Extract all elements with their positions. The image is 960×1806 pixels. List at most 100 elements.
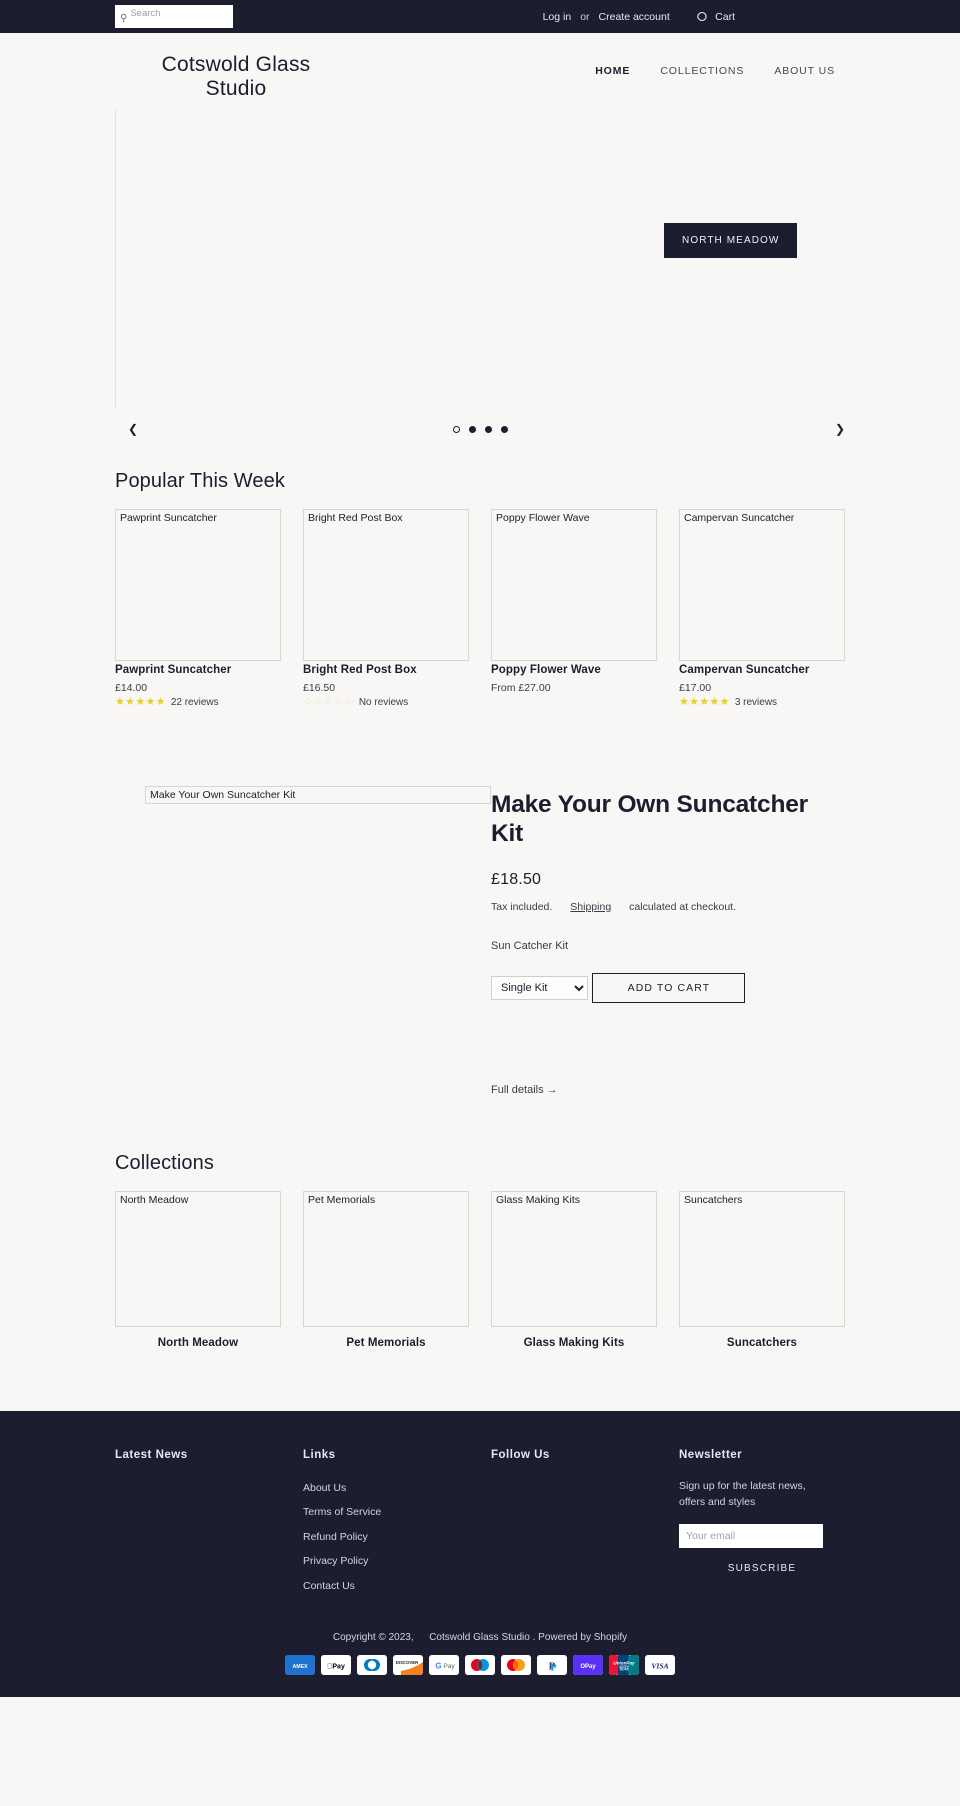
product-card[interactable]: Poppy Flower Wave Poppy Flower Wave From… — [491, 509, 657, 708]
nav-item-home[interactable]: HOME — [580, 65, 645, 77]
product-image[interactable]: Poppy Flower Wave — [491, 509, 657, 661]
copyright-suffix: . Powered by Shopify — [532, 1632, 628, 1644]
product-price: From £27.00 — [491, 682, 551, 694]
footer-link-about-us[interactable]: About Us — [303, 1482, 346, 1494]
cart-label: Cart — [715, 10, 735, 23]
apple-pay-icon: Pay — [321, 1655, 351, 1676]
review-count: No reviews — [358, 697, 409, 708]
star-rating-icon: ★★★★★ — [679, 696, 730, 708]
featured-product-section: Make Your Own Suncatcher Kit Make Your O… — [0, 772, 960, 1098]
product-grid: Pawprint Suncatcher Pawprint Suncatcher … — [115, 509, 845, 708]
product-title[interactable]: Bright Red Post Box — [303, 664, 469, 676]
product-rating: ★★★★★ 22 reviews — [115, 697, 281, 709]
collection-card[interactable]: Glass Making Kits Glass Making Kits — [491, 1190, 657, 1349]
chevron-right-icon[interactable]: ❯ — [835, 422, 845, 436]
collection-card[interactable]: Pet Memorials Pet Memorials — [303, 1190, 469, 1349]
collection-title[interactable]: Suncatchers — [679, 1337, 845, 1349]
cart-icon: ⭘ — [696, 9, 708, 24]
slide-cta-button[interactable]: NORTH MEADOW — [664, 223, 798, 258]
login-link[interactable]: Log in — [543, 11, 572, 23]
product-card[interactable]: Bright Red Post Box Bright Red Post Box … — [303, 509, 469, 708]
product-title[interactable]: Poppy Flower Wave — [491, 664, 657, 676]
product-card[interactable]: Pawprint Suncatcher Pawprint Suncatcher … — [115, 509, 281, 708]
slide-dot-3[interactable] — [484, 425, 492, 433]
collection-title[interactable]: North Meadow — [115, 1337, 281, 1349]
full-details-link[interactable]: Full details → — [491, 1084, 558, 1096]
footer-link-privacy-policy[interactable]: Privacy Policy — [303, 1555, 368, 1567]
copyright-line: Copyright © 2023, Cotswold Glass Studio … — [115, 1632, 845, 1643]
newsletter-email-input[interactable] — [679, 1524, 823, 1549]
collection-image[interactable]: Glass Making Kits — [491, 1190, 657, 1327]
payment-methods: AMEX Pay DISCOVER GPay PP — [115, 1655, 845, 1676]
product-image[interactable]: Pawprint Suncatcher — [115, 509, 281, 661]
shipping-policy-link[interactable]: Shipping — [570, 901, 611, 913]
site-footer: Latest News Links About Us Terms of Serv… — [0, 1410, 960, 1698]
svg-text:AMEX: AMEX — [293, 1664, 309, 1670]
site-logo[interactable]: Cotswold Glass Studio — [148, 53, 324, 102]
union-pay-icon: UnionPay 银联 — [609, 1655, 639, 1676]
footer-link-contact-us[interactable]: Contact Us — [303, 1580, 355, 1592]
svg-text:银联: 银联 — [619, 1665, 629, 1672]
paypal-icon: PP — [537, 1655, 567, 1676]
svg-text:UnionPay: UnionPay — [613, 1661, 635, 1666]
footer-link-terms-of-service[interactable]: Terms of Service — [303, 1506, 381, 1518]
svg-text:G: G — [435, 1662, 441, 1671]
slide-dot-4[interactable] — [500, 425, 508, 433]
slideshow-dots — [452, 425, 508, 433]
collections-section: Collections North Meadow North Meadow Pe… — [0, 1152, 960, 1349]
slide-dot-2[interactable] — [468, 425, 476, 433]
search-form[interactable]: ⚲ — [115, 5, 233, 28]
footer-link-list: About Us Terms of Service Refund Policy … — [303, 1478, 469, 1594]
product-image[interactable]: Bright Red Post Box — [303, 509, 469, 661]
svg-text:Pay: Pay — [443, 1663, 455, 1670]
collection-image[interactable]: Pet Memorials — [303, 1190, 469, 1327]
collection-title[interactable]: Glass Making Kits — [491, 1337, 657, 1349]
list-item: Contact Us — [303, 1576, 469, 1594]
popular-section: Popular This Week Pawprint Suncatcher Pa… — [0, 470, 960, 708]
search-input[interactable] — [127, 8, 228, 19]
site-header: Cotswold Glass Studio HOME COLLECTIONS A… — [0, 33, 960, 110]
svg-text:OPay: OPay — [580, 1664, 596, 1670]
chevron-left-icon[interactable]: ❮ — [128, 422, 138, 436]
collection-card[interactable]: Suncatchers Suncatchers — [679, 1190, 845, 1349]
list-item: About Us — [303, 1478, 469, 1496]
collection-title[interactable]: Pet Memorials — [303, 1337, 469, 1349]
footer-column-newsletter: Newsletter Sign up for the latest news, … — [679, 1449, 845, 1601]
collection-image[interactable]: North Meadow — [115, 1190, 281, 1327]
product-title[interactable]: Pawprint Suncatcher — [115, 664, 281, 676]
footer-columns: Latest News Links About Us Terms of Serv… — [115, 1449, 845, 1601]
product-price: £17.00 — [679, 682, 712, 694]
copyright-store-link[interactable]: Cotswold Glass Studio — [429, 1632, 530, 1643]
footer-link-refund-policy[interactable]: Refund Policy — [303, 1531, 368, 1543]
variant-select[interactable]: Single Kit — [491, 975, 588, 1000]
american-express-icon: AMEX — [285, 1655, 315, 1676]
footer-bottom: Copyright © 2023, Cotswold Glass Studio … — [115, 1632, 845, 1697]
subscribe-button[interactable]: SUBSCRIBE — [728, 1563, 797, 1574]
newsletter-description: Sign up for the latest news, offers and … — [679, 1479, 806, 1509]
featured-product-image[interactable]: Make Your Own Suncatcher Kit — [145, 786, 491, 804]
search-icon: ⚲ — [120, 13, 128, 24]
product-card[interactable]: Campervan Suncatcher Campervan Suncatche… — [679, 509, 845, 708]
collection-image[interactable]: Suncatchers — [679, 1190, 845, 1327]
product-image[interactable]: Campervan Suncatcher — [679, 509, 845, 661]
create-account-link[interactable]: Create account — [599, 11, 670, 23]
diners-club-icon — [357, 1655, 387, 1676]
footer-heading-newsletter: Newsletter — [679, 1448, 743, 1461]
slide-dot-1[interactable] — [452, 425, 460, 433]
add-to-cart-button[interactable]: ADD TO CART — [592, 972, 746, 1003]
footer-column-links: Links About Us Terms of Service Refund P… — [303, 1449, 469, 1601]
collection-card[interactable]: North Meadow North Meadow — [115, 1190, 281, 1349]
section-title-collections: Collections — [115, 1151, 214, 1174]
product-title[interactable]: Campervan Suncatcher — [679, 664, 845, 676]
product-price: £14.00 — [115, 682, 148, 694]
svg-text:Pay: Pay — [327, 1664, 345, 1671]
slideshow-controls: ❮ ❯ — [115, 415, 845, 443]
list-item: Refund Policy — [303, 1527, 469, 1545]
cart-link[interactable]: ⭘ Cart — [697, 10, 735, 23]
review-count: 3 reviews — [734, 697, 778, 708]
nav-item-collections[interactable]: COLLECTIONS — [645, 65, 759, 77]
list-item: Terms of Service — [303, 1502, 469, 1520]
visa-icon: VISA — [645, 1655, 675, 1676]
mastercard-icon — [501, 1655, 531, 1676]
nav-item-about-us[interactable]: ABOUT US — [759, 65, 850, 77]
